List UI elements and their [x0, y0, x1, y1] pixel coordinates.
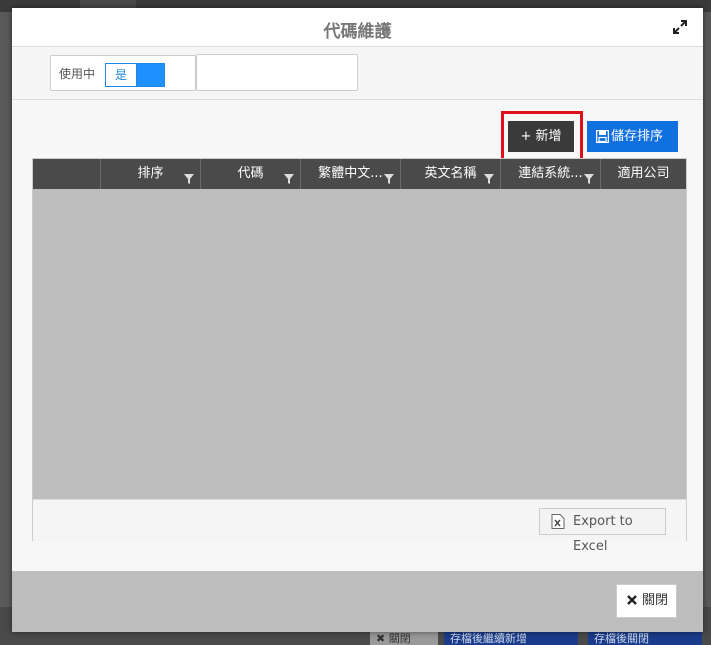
close-icon [627, 595, 637, 605]
close-button[interactable]: 關閉 [616, 584, 677, 618]
filter-bar: 使用中 是 [12, 47, 703, 100]
add-button[interactable]: + 新增 [508, 121, 574, 152]
save-order-label: 儲存排序 [611, 129, 664, 144]
active-toggle[interactable]: 是 [105, 63, 165, 87]
grid-footer: Export to Excel [33, 499, 686, 554]
background-close-button: ✖ 關閉 [370, 632, 438, 645]
column-header-linked-system[interactable]: 連結系統... [500, 159, 600, 189]
export-to-excel-button[interactable]: Export to Excel [539, 508, 666, 554]
filter-icon[interactable] [284, 174, 294, 184]
save-order-button[interactable]: 儲存排序 [587, 121, 678, 152]
active-toggle-value: 是 [106, 64, 137, 86]
code-maintenance-dialog: 代碼維護 使用中 是 + 新增 儲存排序 排序 代碼 繁體中文... 英文名稱 … [12, 8, 703, 632]
dialog-header: 代碼維護 [12, 8, 703, 47]
filter-icon[interactable] [484, 174, 494, 184]
column-header-code[interactable]: 代碼 [200, 159, 300, 189]
grid-header: 排序 代碼 繁體中文... 英文名稱 連結系統... 適用公司 [33, 159, 686, 189]
column-header-select [33, 159, 100, 189]
background-save-close-button: 存檔後關閉 [588, 632, 702, 645]
filter-icon[interactable] [584, 174, 594, 184]
dialog-footer: 關閉 [12, 571, 703, 632]
grid-body [33, 189, 686, 499]
column-header-english-name[interactable]: 英文名稱 [400, 159, 500, 189]
active-filter-label: 使用中 [59, 67, 96, 81]
excel-file-icon [551, 514, 565, 529]
dialog-content: + 新增 儲存排序 排序 代碼 繁體中文... 英文名稱 連結系統... 適用公… [12, 100, 703, 571]
column-header-applicable-company[interactable]: 適用公司 [600, 159, 686, 189]
codes-grid: 排序 代碼 繁體中文... 英文名稱 連結系統... 適用公司 Export t… [32, 158, 687, 554]
column-header-chinese-name[interactable]: 繁體中文... [300, 159, 400, 189]
floppy-disk-icon [596, 130, 609, 143]
close-label: 關閉 [642, 593, 669, 608]
filter-icon[interactable] [184, 174, 194, 184]
toggle-knob [137, 64, 164, 86]
export-to-excel-label: Export to Excel [573, 514, 633, 554]
column-header-order[interactable]: 排序 [100, 159, 200, 189]
active-filter: 使用中 是 [50, 55, 196, 91]
filter-icon[interactable] [384, 174, 394, 184]
dialog-title: 代碼維護 [323, 22, 392, 42]
background-save-continue-button: 存檔後繼續新增 [444, 632, 578, 645]
expand-icon[interactable] [673, 20, 687, 34]
secondary-filter-field[interactable] [196, 54, 358, 91]
